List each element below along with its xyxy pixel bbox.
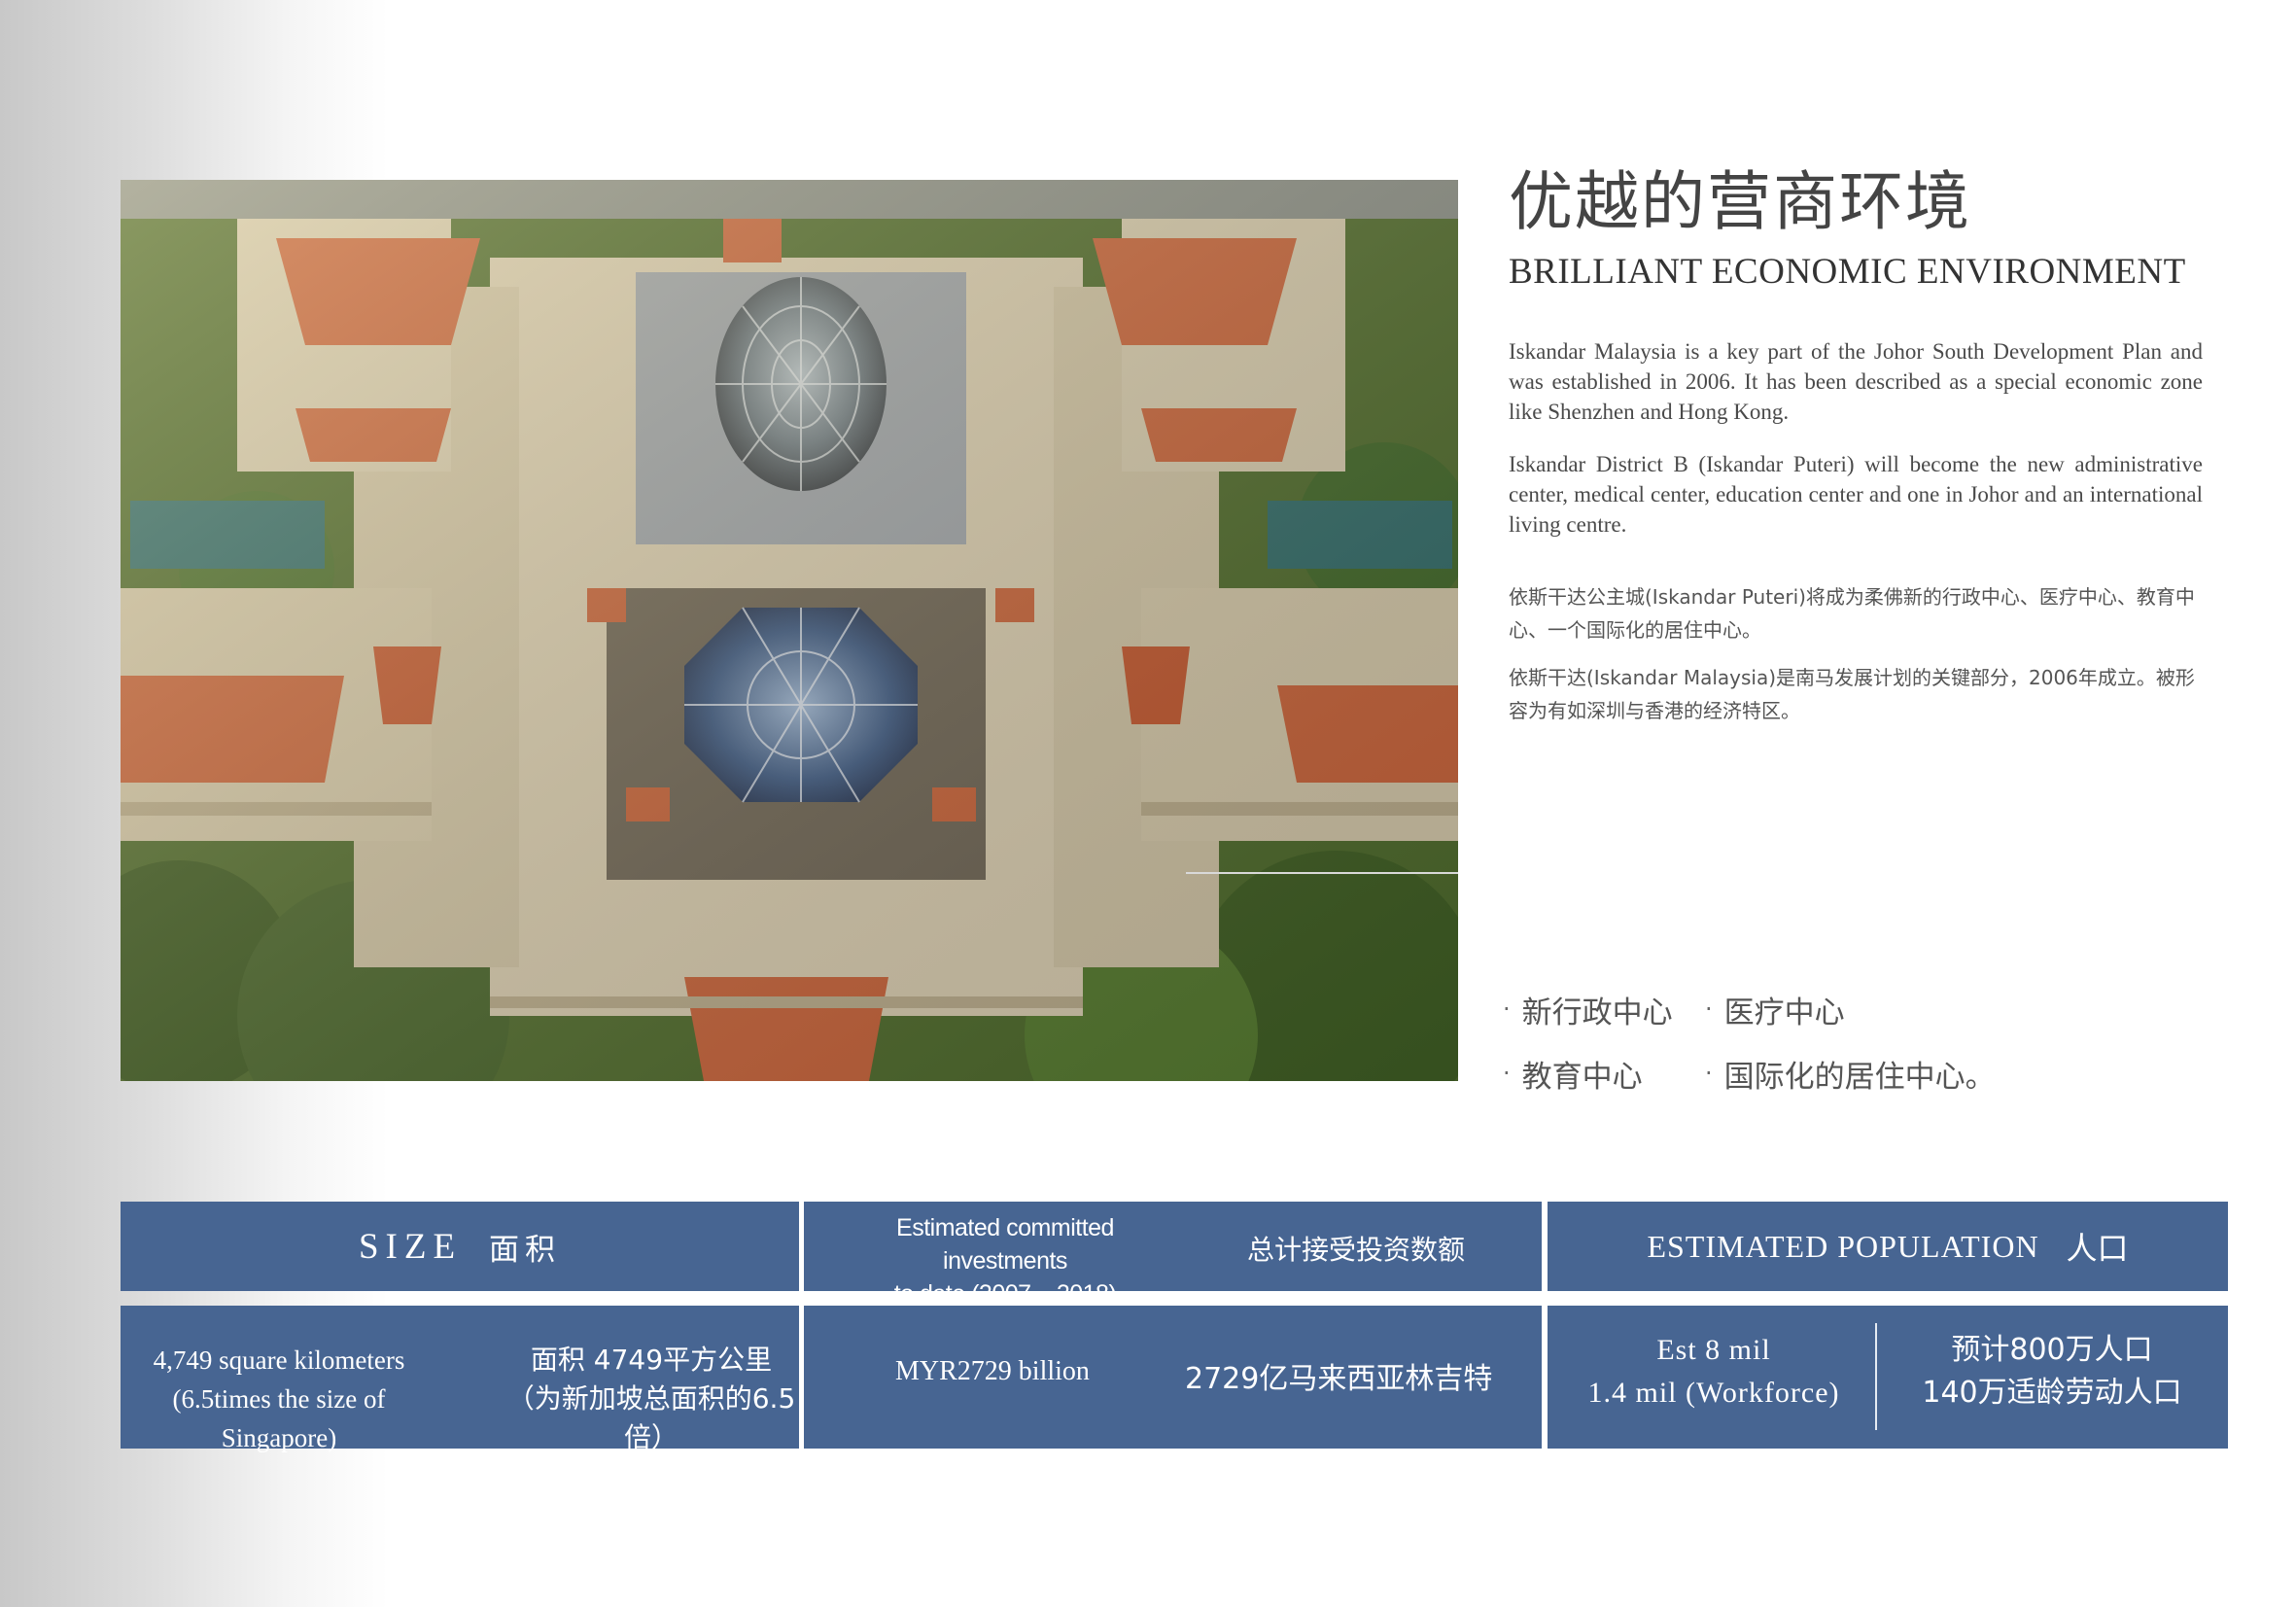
investment-header-cn: 总计接受投资数额 [1247, 1234, 1466, 1266]
population-value-cn-line2: 140万适龄劳动人口 [1922, 1376, 2182, 1410]
size-value-en-line2: (6.5times the size of Singapore) [172, 1384, 386, 1452]
bullet-dot-icon: · [1503, 1060, 1511, 1087]
paragraph-en-1: Iskandar Malaysia is a key part of the J… [1509, 339, 2203, 424]
population-header: ESTIMATED POPULATION 人口 [1548, 1202, 2228, 1291]
population-value-cn: 预计800万人口 140万适龄劳动人口 [1892, 1329, 2212, 1415]
bullet-dot-icon: · [1705, 1060, 1713, 1087]
population-divider [1875, 1323, 1877, 1430]
investment-header: Estimated committed investments to date … [804, 1202, 1542, 1308]
population-value-en-line2: 1.4 mil (Workforce) [1587, 1377, 1840, 1409]
list-item: · 医疗中心 [1705, 988, 1845, 1031]
population-header-en: ESTIMATED POPULATION [1647, 1228, 2039, 1264]
section-title-en: BRILLIANT ECONOMIC ENVIRONMENT [1509, 252, 2186, 292]
population-header-cn: 人口 [2066, 1230, 2129, 1267]
population-value: Est 8 mil 1.4 mil (Workforce) 预计800万人口 1… [1548, 1306, 2228, 1449]
bullet-row: · 教育中心 · 国际化的居住中心。 [1503, 1041, 2183, 1105]
population-value-en-line1: Est 8 mil [1656, 1334, 1771, 1366]
investment-header-en-line1: Estimated committed investments [896, 1214, 1114, 1275]
aerial-photo-government-complex [121, 180, 1458, 1081]
investment-header-en: Estimated committed investments to date … [884, 1211, 1127, 1310]
size-value-cn-line2: （为新加坡总面积的6.5倍） [506, 1382, 796, 1453]
list-item-label: 医疗中心 [1723, 995, 1845, 1031]
highlights-list: · 新行政中心 · 医疗中心 · 教育中心 · 国际化的居住中心。 [1503, 977, 2183, 1105]
size-value-cn-line1: 面积 4749平方公里 [530, 1344, 773, 1376]
size-value-en-line1: 4,749 square kilometers [153, 1345, 405, 1375]
investment-value-en: MYR2729 billion [895, 1356, 1090, 1386]
population-value-en: Est 8 mil 1.4 mil (Workforce) [1577, 1329, 1851, 1415]
list-item-label: 国际化的居住中心。 [1723, 1059, 1996, 1095]
paragraph-cn-2: 依斯干达(Iskandar Malaysia)是南马发展计划的关键部分，2006… [1509, 666, 2195, 722]
population-value-cn-line1: 预计800万人口 [1951, 1333, 2153, 1367]
paragraph-en-2: Iskandar District B (Iskandar Puteri) wi… [1509, 452, 2203, 537]
list-item-label: 教育中心 [1521, 1059, 1643, 1095]
size-header: SIZE 面积 [121, 1202, 799, 1291]
list-item: · 新行政中心 [1503, 988, 1705, 1031]
investment-value-cn: 2729亿马来西亚林吉特 [1185, 1362, 1493, 1396]
size-value: 4,749 square kilometers (6.5times the si… [121, 1306, 799, 1453]
paragraph-cn-1: 依斯干达公主城(Iskandar Puteri)将成为柔佛新的行政中心、医疗中心… [1509, 585, 2195, 642]
section-title-cn: 优越的营商环境 [1509, 164, 1971, 239]
size-header-en: SIZE [358, 1226, 463, 1267]
bullet-row: · 新行政中心 · 医疗中心 [1503, 977, 2183, 1041]
bullet-dot-icon: · [1503, 996, 1511, 1023]
size-header-cn: 面积 [489, 1232, 562, 1268]
size-value-en: 4,749 square kilometers (6.5times the si… [138, 1341, 420, 1457]
bullet-dot-icon: · [1705, 996, 1713, 1023]
size-value-cn: 面积 4749平方公里 （为新加坡总面积的6.5倍） [505, 1341, 797, 1457]
list-item: · 教育中心 [1503, 1052, 1705, 1096]
divider-line [1186, 872, 1458, 874]
list-item-label: 新行政中心 [1521, 995, 1673, 1031]
list-item: · 国际化的居住中心。 [1705, 1052, 1996, 1096]
investment-value: MYR2729 billion 2729亿马来西亚林吉特 [804, 1306, 1542, 1449]
aerial-photo-illustration [121, 180, 1458, 1081]
